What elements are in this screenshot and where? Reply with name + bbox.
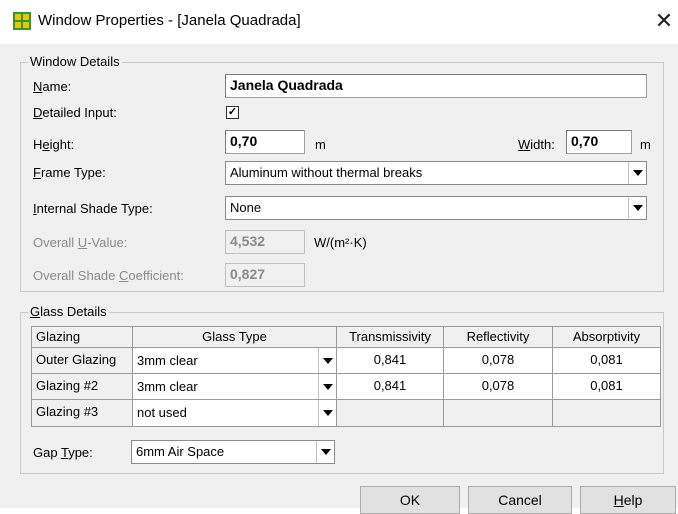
absorptivity-cell: 0,081 [552,373,661,400]
table-row-glazing: Glazing #2 [31,373,133,400]
u-value-field: 4,532 [225,230,305,254]
glass-details-label: Glass Details [28,304,109,319]
chevron-down-icon[interactable] [318,374,336,399]
window-details-label: Window Details [28,54,122,69]
glass-type-dropdown-3[interactable]: not used [132,399,337,427]
reflectivity-cell: 0,078 [443,347,553,374]
width-field[interactable]: 0,70 [566,130,632,154]
transmissivity-cell: 0,841 [336,347,444,374]
width-label: Width: [518,137,555,152]
shade-coefficient-field: 0,827 [225,263,305,287]
chevron-down-icon[interactable] [318,400,336,426]
help-button[interactable]: Help [580,486,676,514]
height-unit: m [315,137,326,152]
header-absorptivity: Absorptivity [552,326,661,348]
glass-table: Glazing Glass Type Transmissivity Reflec… [31,326,661,427]
internal-shade-dropdown[interactable]: None [225,196,647,220]
width-unit: m [640,137,651,152]
name-field[interactable]: Janela Quadrada [225,74,647,98]
title-bar: Window Properties - [Janela Quadrada] ✕ [0,0,678,44]
frame-type-value: Aluminum without thermal breaks [230,165,423,180]
header-transmissivity: Transmissivity [336,326,444,348]
height-field[interactable]: 0,70 [225,130,305,154]
header-glass-type: Glass Type [132,326,337,348]
glass-type-dropdown-outer[interactable]: 3mm clear [132,347,337,374]
header-glazing: Glazing [31,326,133,348]
frame-type-dropdown[interactable]: Aluminum without thermal breaks [225,161,647,185]
frame-type-label: Frame Type: [33,165,106,180]
u-value-unit: W/(m²·K) [314,235,367,250]
name-label: Name: [33,79,72,94]
glass-type-value: 3mm clear [137,353,198,368]
reflectivity-cell: 0,078 [443,373,553,400]
transmissivity-cell: 0,841 [336,373,444,400]
u-value-label: Overall U-Value: [33,235,128,250]
table-row-glazing: Glazing #3 [31,399,133,427]
glass-type-dropdown-2[interactable]: 3mm clear [132,373,337,400]
reflectivity-cell [443,399,553,427]
absorptivity-cell [552,399,661,427]
internal-shade-label: Internal Shade Type: [33,201,153,216]
cancel-button[interactable]: Cancel [468,486,572,514]
glass-type-value: not used [137,405,187,420]
glass-type-value: 3mm clear [137,379,198,394]
close-icon[interactable]: ✕ [652,8,676,34]
internal-shade-chevron-down-icon[interactable] [628,197,646,219]
gap-type-dropdown[interactable]: 6mm Air Space [131,440,335,464]
internal-shade-value: None [230,200,262,215]
gap-type-label: Gap Type: [33,445,93,460]
absorptivity-cell: 0,081 [552,347,661,374]
detailed-input-label: Detailed Input: [33,105,117,120]
app-icon [13,12,31,30]
header-reflectivity: Reflectivity [443,326,553,348]
table-row-glazing: Outer Glazing [31,347,133,374]
shade-coefficient-label: Overall Shade Coefficient: [33,268,184,283]
ok-button[interactable]: OK [360,486,460,514]
detailed-input-checkbox[interactable]: ✓ [226,106,239,119]
gap-type-chevron-down-icon[interactable] [316,441,334,463]
frame-type-chevron-down-icon[interactable] [628,162,646,184]
height-label: Height: [33,137,75,152]
chevron-down-icon[interactable] [318,348,336,373]
transmissivity-cell [336,399,444,427]
window-title: Window Properties - [Janela Quadrada] [38,12,301,29]
gap-type-value: 6mm Air Space [136,444,225,459]
